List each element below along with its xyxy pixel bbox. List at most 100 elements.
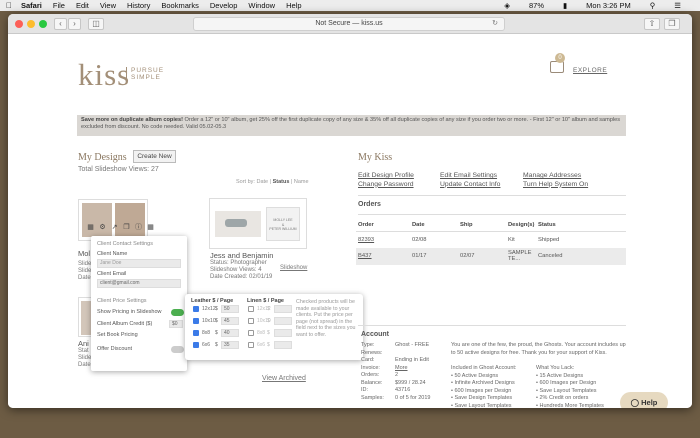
menu-develop[interactable]: Develop (210, 1, 238, 10)
sidebar-icon[interactable]: ◫ (88, 18, 104, 30)
design-card-2-thumbnail[interactable]: MOLLY LEE & PETER WILLIUM (209, 198, 307, 249)
view-archived-link[interactable]: View Archived (262, 375, 306, 382)
menu-window[interactable]: Window (248, 1, 275, 10)
account-label: Samples: (361, 394, 384, 401)
minimize-window-icon[interactable] (27, 20, 35, 28)
total-slideshow-views: Total Slideshow Views: 27 (78, 166, 159, 173)
included-items: • 50 Active Designs • Infinite Archived D… (451, 373, 516, 409)
menu-view[interactable]: View (100, 1, 116, 10)
list-item-text: 50 Active Designs (454, 372, 499, 379)
info-icon[interactable]: ⓘ (134, 223, 143, 232)
order-status: Canceled (538, 253, 563, 259)
linen-price-input[interactable] (274, 341, 292, 349)
reload-icon[interactable]: ↻ (492, 18, 498, 30)
sort-by-date[interactable]: Sort by: Date | (236, 179, 271, 185)
leather-size-checkbox[interactable] (193, 330, 199, 336)
menu-help[interactable]: Help (286, 1, 301, 10)
archive-icon[interactable]: ▦ (146, 223, 155, 232)
leather-size-label: 12x12 (202, 306, 216, 312)
kiss-logo[interactable]: kiss PURSUE SIMPLE (78, 57, 163, 93)
order-number-link[interactable]: 82393 (358, 237, 374, 243)
sort-by: Sort by: Date | Status | Name (236, 179, 309, 185)
explore-link[interactable]: EXPLORE (573, 67, 607, 74)
leather-price-input[interactable]: 40 (221, 329, 239, 337)
wifi-icon[interactable]: ◈ (504, 1, 510, 10)
apple-icon[interactable]:  (6, 1, 12, 10)
leather-size-checkbox[interactable] (193, 342, 199, 348)
included-list: Included in Ghost Account: • 50 Active D… (451, 365, 516, 408)
linen-price-input[interactable] (274, 317, 292, 325)
linen-price-input[interactable] (274, 329, 292, 337)
share-out-icon[interactable]: ↗ (110, 223, 119, 232)
back-icon[interactable]: ‹ (54, 18, 67, 30)
table-row[interactable]: B437 01/17 02/07 SAMPLE TE... Canceled (356, 248, 626, 265)
client-name-input[interactable]: Jane Doe (97, 259, 181, 268)
close-window-icon[interactable] (15, 20, 23, 28)
menu-list-icon[interactable]: ☰ (674, 1, 681, 10)
linen-size-checkbox[interactable] (248, 318, 254, 324)
address-bar[interactable]: Not Secure — kiss.us ↻ (193, 17, 505, 31)
manage-addresses-link[interactable]: Manage Addresses (523, 172, 588, 181)
design-card-2-name[interactable]: Jess and Benjamin (210, 251, 273, 260)
list-item: • Hundreds More Templates (536, 402, 604, 409)
promo-heading: Save more on duplicate album copies! (81, 117, 183, 123)
menu-file[interactable]: File (53, 1, 65, 10)
leather-price-input[interactable]: 35 (221, 341, 239, 349)
design-card-1-name[interactable]: Mol (78, 250, 90, 258)
show-pricing-toggle[interactable] (171, 309, 184, 316)
list-item-text: Save Layout Templates (454, 402, 512, 409)
linen-currency: $ (267, 342, 270, 348)
menu-edit[interactable]: Edit (76, 1, 89, 10)
tabs-icon[interactable]: ❐ (664, 18, 680, 30)
share-icon[interactable]: ⇧ (644, 18, 660, 30)
album-credit-input[interactable]: $0 (169, 320, 183, 328)
zoom-window-icon[interactable] (39, 20, 47, 28)
macos-menubar:  Safari File Edit View History Bookmark… (0, 0, 700, 11)
create-new-button[interactable]: Create New (133, 150, 176, 163)
leather-price-input[interactable]: 50 (221, 305, 239, 313)
duplicate-icon[interactable]: ❐ (122, 223, 131, 232)
cart-icon[interactable] (550, 61, 564, 73)
menu-bookmarks[interactable]: Bookmarks (161, 1, 199, 10)
battery-percent[interactable]: 87% (529, 1, 544, 10)
sort-by-status[interactable]: Status (273, 179, 290, 185)
search-icon[interactable]: ⚲ (650, 1, 656, 10)
table-row[interactable]: 82393 02/08 Kit Shipped (356, 231, 626, 248)
design-card-1-thumbnail[interactable] (78, 199, 148, 241)
design-card-2-slideshow-link[interactable]: Slideshow (280, 265, 307, 272)
linen-size-checkbox[interactable] (248, 342, 254, 348)
account-label: Card: (361, 357, 375, 363)
leather-size-checkbox[interactable] (193, 306, 199, 312)
account-value[interactable]: More (395, 365, 408, 373)
client-email-input[interactable]: client@gmail.com (97, 279, 181, 288)
orders-header-cell: Status (538, 222, 556, 228)
turn-help-system-on-link[interactable]: Turn Help System On (523, 181, 588, 190)
edit-design-profile-link[interactable]: Edit Design Profile (358, 172, 414, 181)
sort-by-name[interactable]: | Name (291, 179, 309, 185)
list-item-text: Hundreds More Templates (539, 402, 604, 409)
order-number-link[interactable]: B437 (358, 253, 372, 259)
forward-icon[interactable]: › (68, 18, 81, 30)
update-contact-info-link[interactable]: Update Contact Info (440, 181, 500, 190)
list-item-text: 600 Images per Design (539, 380, 597, 386)
menu-history[interactable]: History (127, 1, 150, 10)
help-button[interactable]: ◯ Help (620, 392, 668, 408)
linen-size-checkbox[interactable] (248, 306, 254, 312)
battery-icon[interactable]: ▮ (563, 1, 567, 10)
gear-icon[interactable]: ⚙ (98, 223, 107, 232)
account-value: $999 / 28.24 (395, 379, 426, 386)
menu-app-name[interactable]: Safari (21, 1, 42, 10)
design-card-1-line: Date (78, 275, 91, 281)
design-card-3-name[interactable]: Ani (78, 339, 89, 348)
leather-price-input[interactable]: 45 (221, 317, 239, 325)
linen-size-checkbox[interactable] (248, 330, 254, 336)
change-password-link[interactable]: Change Password (358, 181, 414, 190)
clock[interactable]: Mon 3:26 PM (586, 1, 631, 10)
linen-price-input[interactable] (274, 305, 292, 313)
leather-size-checkbox[interactable] (193, 318, 199, 324)
offer-discount-toggle[interactable] (171, 346, 184, 353)
set-book-pricing-link[interactable]: Set Book Pricing (97, 332, 138, 338)
promo-banner: Save more on duplicate album copies! Ord… (77, 115, 626, 136)
calendar-icon[interactable]: ▦ (86, 223, 95, 232)
edit-email-settings-link[interactable]: Edit Email Settings (440, 172, 500, 181)
